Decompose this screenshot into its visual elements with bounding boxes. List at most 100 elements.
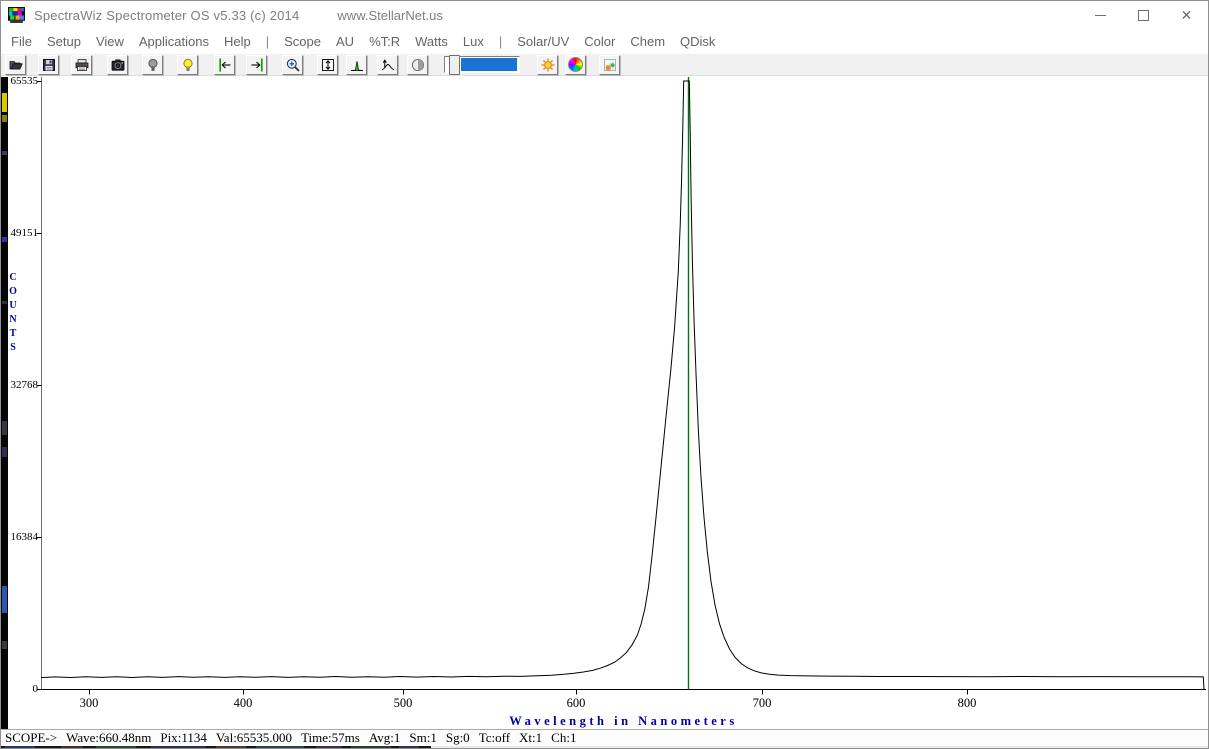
lamp-on-button[interactable] (177, 55, 198, 75)
status-segment: Avg:1 (369, 730, 401, 746)
artifact-mark (2, 151, 7, 155)
menu-item-lux[interactable]: Lux (463, 34, 484, 49)
menu-item-scope[interactable]: Scope (284, 34, 321, 49)
chem-sample-button[interactable] (599, 55, 620, 75)
x-axis-title: Wavelength in Nanometers (41, 714, 1206, 729)
dark-reference-button[interactable] (407, 55, 428, 75)
artifact-mark (2, 301, 7, 304)
half-moon-icon (410, 57, 426, 73)
green-peak-icon (349, 57, 365, 73)
snapshot-camera-button[interactable] (107, 55, 128, 75)
status-segment: Pix:1134 (160, 730, 206, 746)
menu-item-solar-uv[interactable]: Solar/UV (517, 34, 569, 49)
status-segment: Tc:off (479, 730, 510, 746)
folder-open-icon (8, 57, 24, 73)
status-segment: Time:57ms (301, 730, 360, 746)
title-bar: SpectraWiz Spectrometer OS v5.33 (c) 201… (1, 1, 1208, 29)
floppy-save-icon (41, 57, 57, 73)
maximize-button[interactable] (1122, 1, 1165, 29)
menu-item-applications[interactable]: Applications (139, 34, 209, 49)
y-axis-title-letter: U (7, 299, 19, 313)
integration-time-slider[interactable] (444, 56, 520, 73)
y-axis-title-letter: N (7, 313, 19, 327)
app-window: SpectraWiz Spectrometer OS v5.33 (c) 201… (0, 0, 1209, 749)
cursor-left-icon (217, 57, 233, 73)
menu-item-help[interactable]: Help (224, 34, 251, 49)
chart-area: COUNTS Wavelength in Nanometers 65535491… (1, 76, 1209, 729)
peak-up-arrow-icon (380, 57, 396, 73)
slider-thumb[interactable] (449, 55, 460, 75)
slider-fill (461, 58, 517, 71)
status-segment: Wave:660.48nm (66, 730, 151, 746)
menu-item-qdisk[interactable]: QDisk (680, 34, 715, 49)
close-button[interactable]: ✕ (1165, 1, 1208, 29)
artifact-mark (2, 447, 7, 457)
desktop-artifact-left-strip (1, 77, 8, 745)
y-axis-title-letter: S (7, 341, 19, 355)
lamp-off-button[interactable] (142, 55, 163, 75)
save-file-button[interactable] (38, 55, 59, 75)
camera-icon (110, 57, 126, 73)
cursor-right-button[interactable] (246, 55, 267, 75)
y-axis-title-letter: C (7, 271, 19, 285)
artifact-mark (2, 421, 7, 435)
minimize-icon (1095, 15, 1106, 16)
sun-icon (540, 57, 556, 73)
y-axis-title: COUNTS (7, 271, 19, 355)
cursor-right-icon (249, 57, 265, 73)
menu-separator: | (266, 34, 269, 49)
menu-item-setup[interactable]: Setup (47, 34, 81, 49)
menu-item-color[interactable]: Color (584, 34, 615, 49)
zoom-in-button[interactable] (282, 55, 303, 75)
status-segment: Val:65535.000 (216, 730, 292, 746)
toolbar (1, 54, 1208, 76)
autoscale-y-button[interactable] (317, 55, 338, 75)
menu-item-file[interactable]: File (11, 34, 32, 49)
menu-separator: | (499, 34, 502, 49)
status-segment: Ch:1 (551, 730, 576, 746)
magnifier-zoom-icon (285, 57, 301, 73)
x-tick-label: 400 (223, 696, 263, 711)
window-title-url: www.StellarNet.us (337, 8, 442, 23)
minimize-button[interactable] (1079, 1, 1122, 29)
status-segment: SCOPE-> (5, 730, 57, 746)
x-tick-label: 600 (556, 696, 596, 711)
spectrum-overlay-button[interactable] (346, 55, 367, 75)
artifact-mark (2, 93, 7, 112)
cursor-left-button[interactable] (214, 55, 235, 75)
menu-item-view[interactable]: View (96, 34, 124, 49)
bulb-off-icon (145, 57, 161, 73)
color-wheel-icon (568, 57, 583, 72)
window-controls: ✕ (1079, 1, 1208, 29)
x-tick-label: 500 (383, 696, 423, 711)
status-segment: Sm:1 (409, 730, 436, 746)
artifact-mark (2, 641, 7, 649)
app-icon (8, 7, 25, 24)
status-segment: Xt:1 (519, 730, 542, 746)
artifact-mark (2, 115, 7, 122)
open-file-button[interactable] (5, 55, 26, 75)
menu-item-watts[interactable]: Watts (415, 34, 448, 49)
menu-bar: File Setup View Applications Help | Scope AU %T:… (1, 29, 1208, 54)
x-tick-label: 300 (69, 696, 109, 711)
maximize-icon (1138, 10, 1149, 21)
spectrum-trace (41, 81, 1204, 689)
menu-item--t-r[interactable]: %T:R (369, 34, 400, 49)
close-icon: ✕ (1181, 8, 1193, 22)
artifact-mark (2, 237, 7, 242)
artifact-mark (2, 586, 7, 613)
bar-chart-spheres-icon (602, 57, 618, 73)
x-tick-label: 800 (947, 696, 987, 711)
color-measure-button[interactable] (565, 55, 586, 75)
baseline-reset-button[interactable] (377, 55, 398, 75)
printer-icon (74, 57, 90, 73)
print-button[interactable] (71, 55, 92, 75)
window-title: SpectraWiz Spectrometer OS v5.33 (c) 201… (34, 8, 299, 23)
spectrum-plot[interactable] (36, 77, 1206, 696)
vertical-arrows-icon (320, 57, 336, 73)
menu-item-au[interactable]: AU (336, 34, 354, 49)
status-bar: SCOPE-> Wave:660.48nm Pix:1134 Val:65535.00… (1, 729, 1208, 746)
bulb-on-icon (180, 57, 196, 73)
solar-mode-button[interactable] (537, 55, 558, 75)
menu-item-chem[interactable]: Chem (630, 34, 665, 49)
